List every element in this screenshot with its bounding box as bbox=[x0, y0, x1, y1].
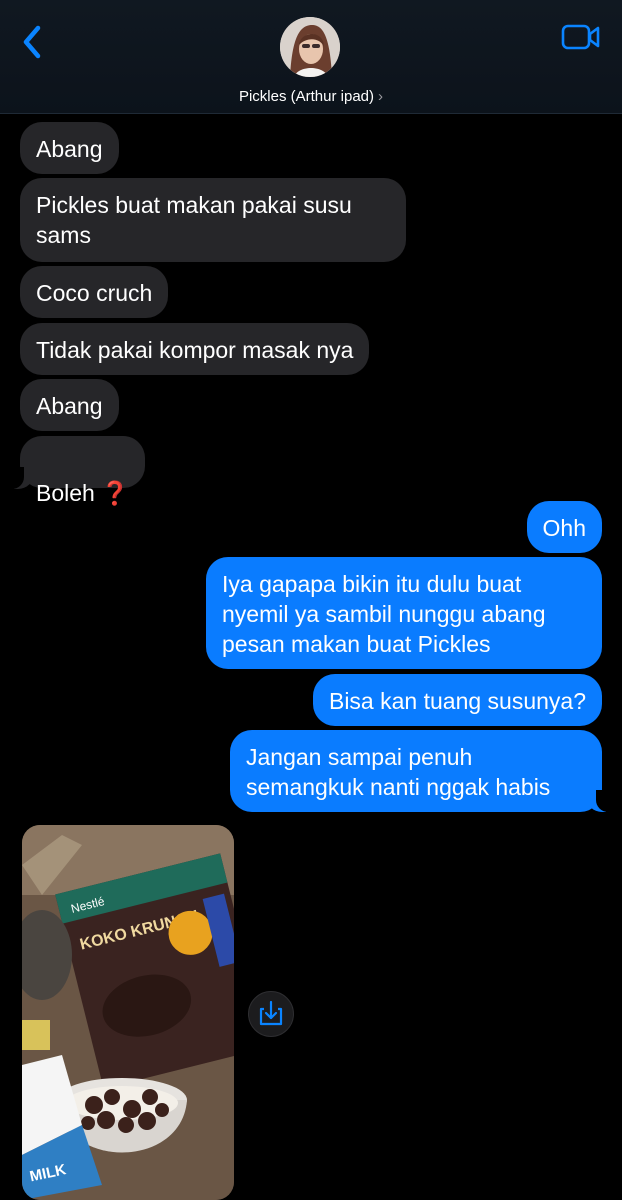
video-camera-icon bbox=[561, 24, 600, 50]
video-call-button[interactable] bbox=[561, 22, 601, 52]
contact-avatar[interactable] bbox=[280, 17, 340, 77]
message-text: Boleh bbox=[36, 480, 95, 506]
contact-name-button[interactable]: Pickles (Arthur ipad) › bbox=[0, 88, 622, 105]
photo-attachment[interactable]: Nestlé KOKO KRUNCH MILK bbox=[22, 825, 234, 1200]
download-icon bbox=[259, 1000, 283, 1026]
cereal-photo: Nestlé KOKO KRUNCH MILK bbox=[22, 825, 234, 1200]
avatar-photo bbox=[280, 17, 340, 77]
bubble-tail bbox=[8, 467, 34, 489]
contact-name: Pickles (Arthur ipad) bbox=[238, 88, 375, 105]
message-bubble-incoming[interactable]: Boleh ❓ bbox=[20, 436, 146, 506]
message-bubble-incoming[interactable]: Coco cruch bbox=[20, 266, 169, 318]
save-photo-button[interactable] bbox=[248, 991, 294, 1037]
message-bubble-incoming[interactable]: Tidak pakai kompor masak nya bbox=[20, 323, 370, 375]
chevron-right-icon: › bbox=[378, 88, 384, 105]
message-bubble-outgoing[interactable]: Iya gapapa bikin itu dulu buat nyemil ya… bbox=[206, 557, 602, 669]
message-bubble-incoming[interactable]: Pickles buat makan pakai susu sams bbox=[20, 178, 406, 262]
chevron-left-icon bbox=[23, 25, 41, 59]
message-bubble-outgoing[interactable]: Bisa kan tuang susunya? bbox=[312, 674, 602, 726]
chat-header: Pickles (Arthur ipad) › bbox=[0, 0, 622, 114]
message-bubble-incoming[interactable]: Abang bbox=[20, 122, 119, 174]
question-mark-emoji: ❓ bbox=[100, 480, 130, 506]
back-button[interactable] bbox=[18, 22, 50, 62]
message-bubble-outgoing[interactable]: Jangan sampai penuh semangkuk nanti ngga… bbox=[230, 730, 602, 812]
message-bubble-incoming[interactable]: Abang bbox=[20, 379, 119, 431]
message-bubble-outgoing[interactable]: Ohh bbox=[526, 501, 602, 553]
